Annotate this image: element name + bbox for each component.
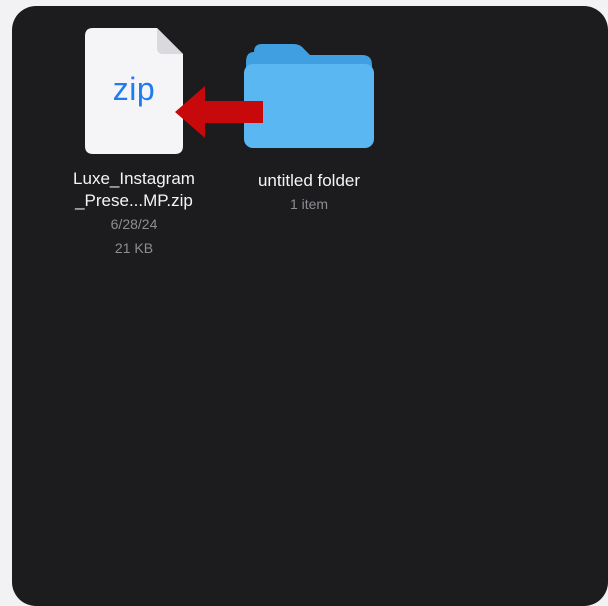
- file-name-line-2: _Prese...MP.zip: [75, 191, 193, 210]
- zip-file-icon[interactable]: zip: [85, 28, 183, 154]
- red-arrow-left-icon: [175, 86, 263, 138]
- folder-name[interactable]: untitled folder: [224, 170, 394, 192]
- folder-item-count: 1 item: [289, 196, 329, 212]
- file-name-line-1: Luxe_Instagram: [73, 169, 195, 188]
- file-size: 21 KB: [114, 240, 154, 256]
- zip-file-item[interactable]: zip Luxe_Instagram _Prese...MP.zip 6/28/…: [49, 28, 219, 260]
- file-name[interactable]: Luxe_Instagram _Prese...MP.zip: [49, 168, 219, 212]
- file-date: 6/28/24: [110, 216, 158, 232]
- zip-icon-label: zip: [112, 71, 156, 107]
- file-browser-window: zip Luxe_Instagram _Prese...MP.zip 6/28/…: [12, 6, 608, 606]
